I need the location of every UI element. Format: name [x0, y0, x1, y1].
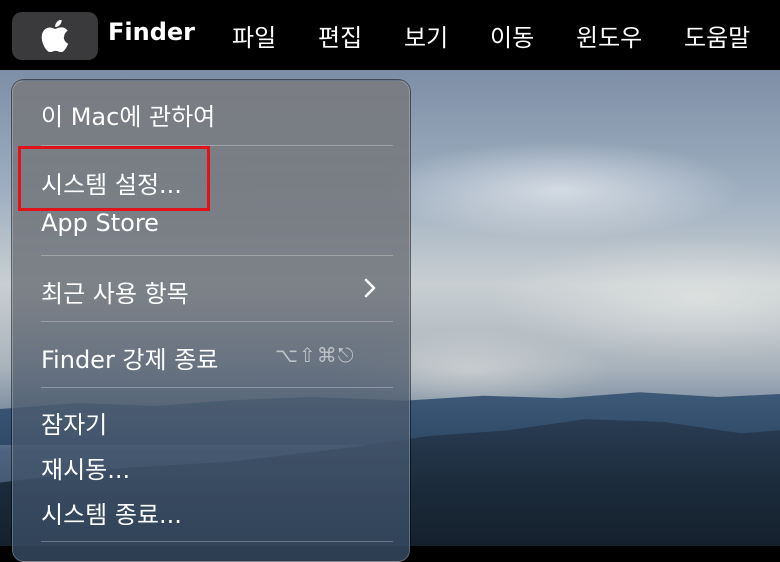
- menu-item-app-store[interactable]: App Store: [41, 209, 159, 237]
- menu-separator: [41, 255, 393, 256]
- chevron-right-icon: [364, 278, 376, 298]
- menu-separator: [41, 387, 393, 388]
- menu-item-force-quit[interactable]: Finder 강제 종료: [41, 340, 218, 375]
- apple-menu-button[interactable]: [12, 12, 98, 60]
- menu-item-shutdown[interactable]: 시스템 종료...: [41, 495, 182, 530]
- menu-view[interactable]: 보기: [404, 18, 448, 53]
- menu-item-about-this-mac[interactable]: 이 Mac에 관하여: [41, 97, 215, 132]
- annotation-highlight-box: [18, 146, 210, 211]
- menu-item-recent-items[interactable]: 최근 사용 항목: [41, 274, 189, 309]
- force-quit-shortcut: ⌥⇧⌘⎋: [275, 343, 355, 367]
- menu-window[interactable]: 윈도우: [576, 18, 642, 53]
- menu-help[interactable]: 도움말: [684, 18, 750, 53]
- menu-item-restart[interactable]: 재시동...: [41, 450, 130, 485]
- menu-separator: [41, 541, 393, 542]
- menu-finder[interactable]: Finder: [108, 18, 195, 46]
- menu-item-sleep[interactable]: 잠자기: [41, 405, 107, 440]
- apple-logo-icon: [41, 20, 69, 52]
- menu-bar: Finder 파일 편집 보기 이동 윈도우 도움말: [0, 0, 780, 70]
- menu-go[interactable]: 이동: [490, 18, 534, 53]
- menu-file[interactable]: 파일: [232, 18, 276, 53]
- menu-edit[interactable]: 편집: [318, 18, 362, 53]
- menu-separator: [41, 321, 393, 322]
